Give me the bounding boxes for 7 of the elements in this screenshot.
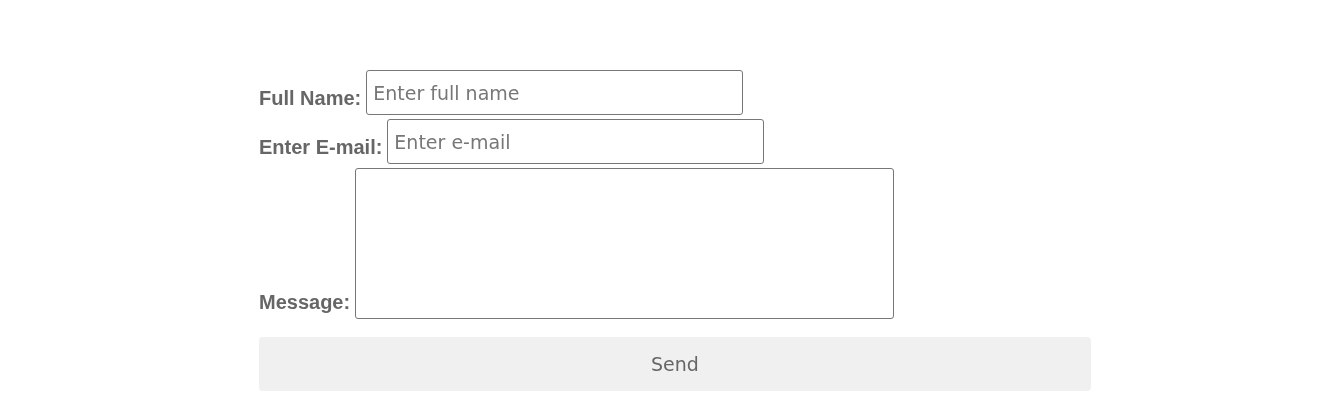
field-label: Full Name: bbox=[259, 86, 362, 111]
send-button[interactable]: Send bbox=[259, 337, 1091, 391]
field-label: Enter E-mail: bbox=[259, 135, 383, 160]
message-field[interactable] bbox=[355, 168, 895, 319]
input-field[interactable]: Enter e-mail bbox=[387, 119, 765, 164]
field-label: Message: bbox=[259, 290, 351, 315]
input-field[interactable]: Enter full name bbox=[366, 70, 744, 115]
